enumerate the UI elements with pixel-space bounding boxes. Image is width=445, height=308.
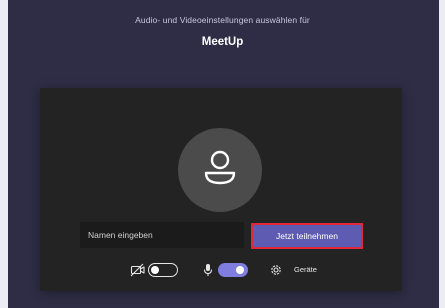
meeting-title: MeetUp — [201, 36, 244, 48]
microphone-icon — [203, 264, 213, 276]
camera-toggle-knob — [151, 265, 159, 274]
name-input[interactable] — [80, 222, 244, 248]
devices-button[interactable]: Geräte — [294, 265, 317, 274]
camera-toggle[interactable] — [148, 263, 178, 277]
microphone-toggle[interactable] — [218, 263, 248, 277]
video-preview-panel: Jetzt teilnehmen Geräte — [40, 88, 402, 291]
settings-subtitle: Audio- und Videoeinstellungen auswählen … — [135, 15, 310, 25]
microphone-toggle-knob — [236, 265, 244, 274]
camera-off-icon — [130, 263, 145, 277]
gear-icon[interactable] — [269, 263, 283, 277]
person-icon — [204, 150, 236, 185]
join-now-button[interactable]: Jetzt teilnehmen — [251, 223, 363, 249]
avatar — [178, 128, 262, 212]
device-controls: Geräte — [40, 260, 402, 280]
